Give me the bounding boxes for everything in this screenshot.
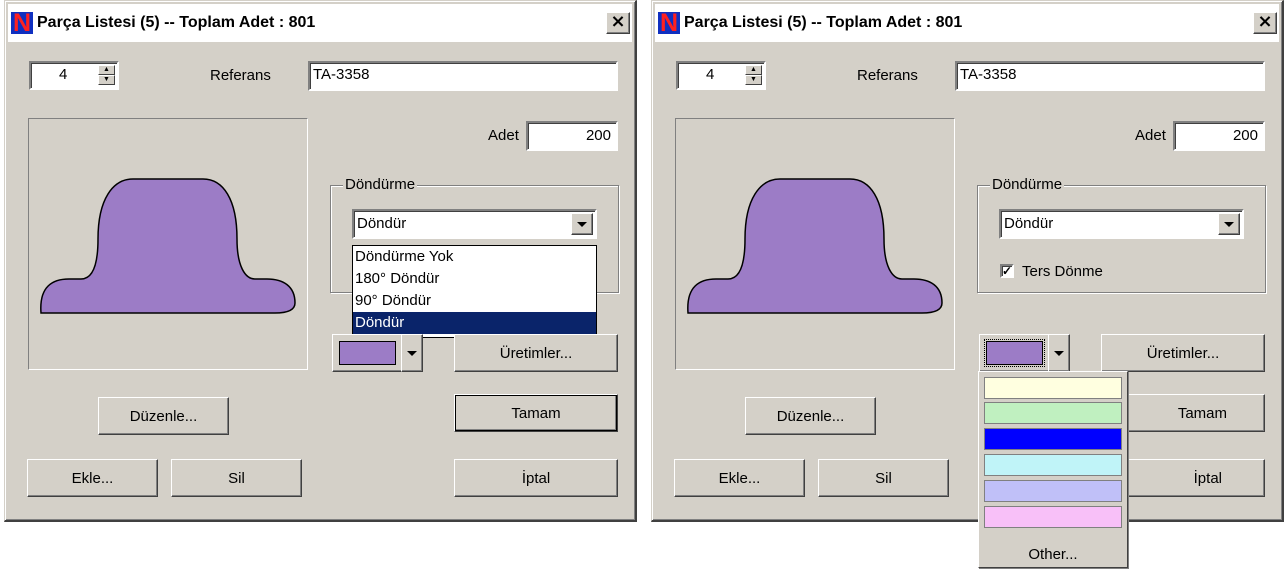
adet-value: 200 <box>585 127 611 144</box>
add-button[interactable]: Ekle... <box>674 459 805 497</box>
close-icon: × <box>1257 11 1273 32</box>
color-swatch <box>339 341 396 365</box>
part-shape <box>687 178 943 314</box>
palette-color-cell[interactable] <box>984 480 1122 502</box>
rotation-option-selected[interactable]: Döndür <box>353 312 596 334</box>
dropdown-arrow-icon <box>407 350 417 356</box>
delete-button[interactable]: Sil <box>818 459 949 497</box>
part-shape-path <box>40 178 296 314</box>
rotation-selected-value: Döndür <box>357 215 407 232</box>
app-logo-icon: N <box>11 12 33 34</box>
dialog-left: N Parça Listesi (5) -- Toplam Adet : 801… <box>4 0 637 522</box>
rotation-combobox[interactable]: Döndür <box>352 209 597 239</box>
reverse-label: Ters Dönme <box>1022 263 1103 280</box>
reverse-checkbox[interactable]: ✓ <box>1000 264 1014 278</box>
delete-button[interactable]: Sil <box>171 459 302 497</box>
rotation-group-label: Döndürme <box>343 176 418 193</box>
close-button[interactable]: × <box>1253 12 1277 34</box>
spin-buttons[interactable]: ▲ ▼ <box>98 65 115 86</box>
dropdown-arrow-icon[interactable] <box>571 213 593 235</box>
referans-input[interactable]: TA-3358 <box>308 61 618 91</box>
edit-button[interactable]: Düzenle... <box>745 397 876 435</box>
title-bar[interactable]: N Parça Listesi (5) -- Toplam Adet : 801… <box>655 4 1279 42</box>
palette-color-cell[interactable] <box>984 402 1122 424</box>
close-button[interactable]: × <box>606 12 630 34</box>
index-value: 4 <box>706 66 715 83</box>
adet-input[interactable]: 200 <box>1173 121 1265 151</box>
color-dropdown-button[interactable] <box>401 334 423 372</box>
dropdown-arrow-icon <box>1054 350 1064 356</box>
dropdown-arrow-icon[interactable] <box>1218 213 1240 235</box>
checkmark-icon: ✓ <box>1002 264 1013 278</box>
app-logo-icon: N <box>658 12 680 34</box>
close-icon: × <box>610 11 626 32</box>
spin-down-icon[interactable]: ▼ <box>98 75 115 85</box>
part-shape-path <box>687 178 943 314</box>
productions-button[interactable]: Üretimler... <box>1101 334 1265 372</box>
referans-input[interactable]: TA-3358 <box>955 61 1265 91</box>
spin-down-icon[interactable]: ▼ <box>745 75 762 85</box>
adet-input[interactable]: 200 <box>526 121 618 151</box>
palette-color-cell[interactable] <box>984 506 1122 528</box>
title-bar[interactable]: N Parça Listesi (5) -- Toplam Adet : 801… <box>8 4 632 42</box>
cancel-button[interactable]: İptal <box>454 459 618 497</box>
adet-label: Adet <box>488 127 519 144</box>
referans-value: TA-3358 <box>960 66 1017 83</box>
palette-color-cell[interactable] <box>984 454 1122 476</box>
rotation-selected-value: Döndür <box>1004 215 1054 232</box>
rotation-option[interactable]: Döndürme Yok <box>353 246 596 268</box>
palette-color-cell[interactable] <box>984 377 1122 399</box>
spin-buttons[interactable]: ▲ ▼ <box>745 65 762 86</box>
index-spinner[interactable]: 4 ▲ ▼ <box>29 61 119 90</box>
rotation-combobox[interactable]: Döndür <box>999 209 1244 239</box>
rotation-dropdown-list: Döndürme Yok 180° Döndür 90° Döndür Dönd… <box>352 245 597 338</box>
color-palette-popup: Other... <box>978 371 1128 568</box>
color-picker-button[interactable] <box>332 334 403 372</box>
rotation-group-label: Döndürme <box>990 176 1065 193</box>
dialog-right: N Parça Listesi (5) -- Toplam Adet : 801… <box>651 0 1284 522</box>
part-shape <box>40 178 296 314</box>
index-spinner[interactable]: 4 ▲ ▼ <box>676 61 766 90</box>
rotation-groupbox <box>977 185 1266 293</box>
spin-up-icon[interactable]: ▲ <box>745 65 762 75</box>
referans-label: Referans <box>210 67 271 84</box>
adet-value: 200 <box>1232 127 1258 144</box>
color-picker-button[interactable] <box>979 334 1050 372</box>
referans-value: TA-3358 <box>313 66 370 83</box>
color-swatch <box>984 339 1045 367</box>
ok-button[interactable]: Tamam <box>454 394 618 432</box>
part-preview <box>28 118 308 370</box>
window-title: Parça Listesi (5) -- Toplam Adet : 801 <box>37 14 316 31</box>
part-preview <box>675 118 955 370</box>
referans-label: Referans <box>857 67 918 84</box>
index-value: 4 <box>59 66 68 83</box>
palette-other-button[interactable]: Other... <box>979 546 1127 563</box>
rotation-option[interactable]: 180° Döndür <box>353 268 596 290</box>
productions-button[interactable]: Üretimler... <box>454 334 618 372</box>
add-button[interactable]: Ekle... <box>27 459 158 497</box>
color-dropdown-button[interactable] <box>1048 334 1070 372</box>
window-title: Parça Listesi (5) -- Toplam Adet : 801 <box>684 14 963 31</box>
edit-button[interactable]: Düzenle... <box>98 397 229 435</box>
adet-label: Adet <box>1135 127 1166 144</box>
spin-up-icon[interactable]: ▲ <box>98 65 115 75</box>
rotation-option[interactable]: 90° Döndür <box>353 290 596 312</box>
palette-color-cell[interactable] <box>984 428 1122 450</box>
